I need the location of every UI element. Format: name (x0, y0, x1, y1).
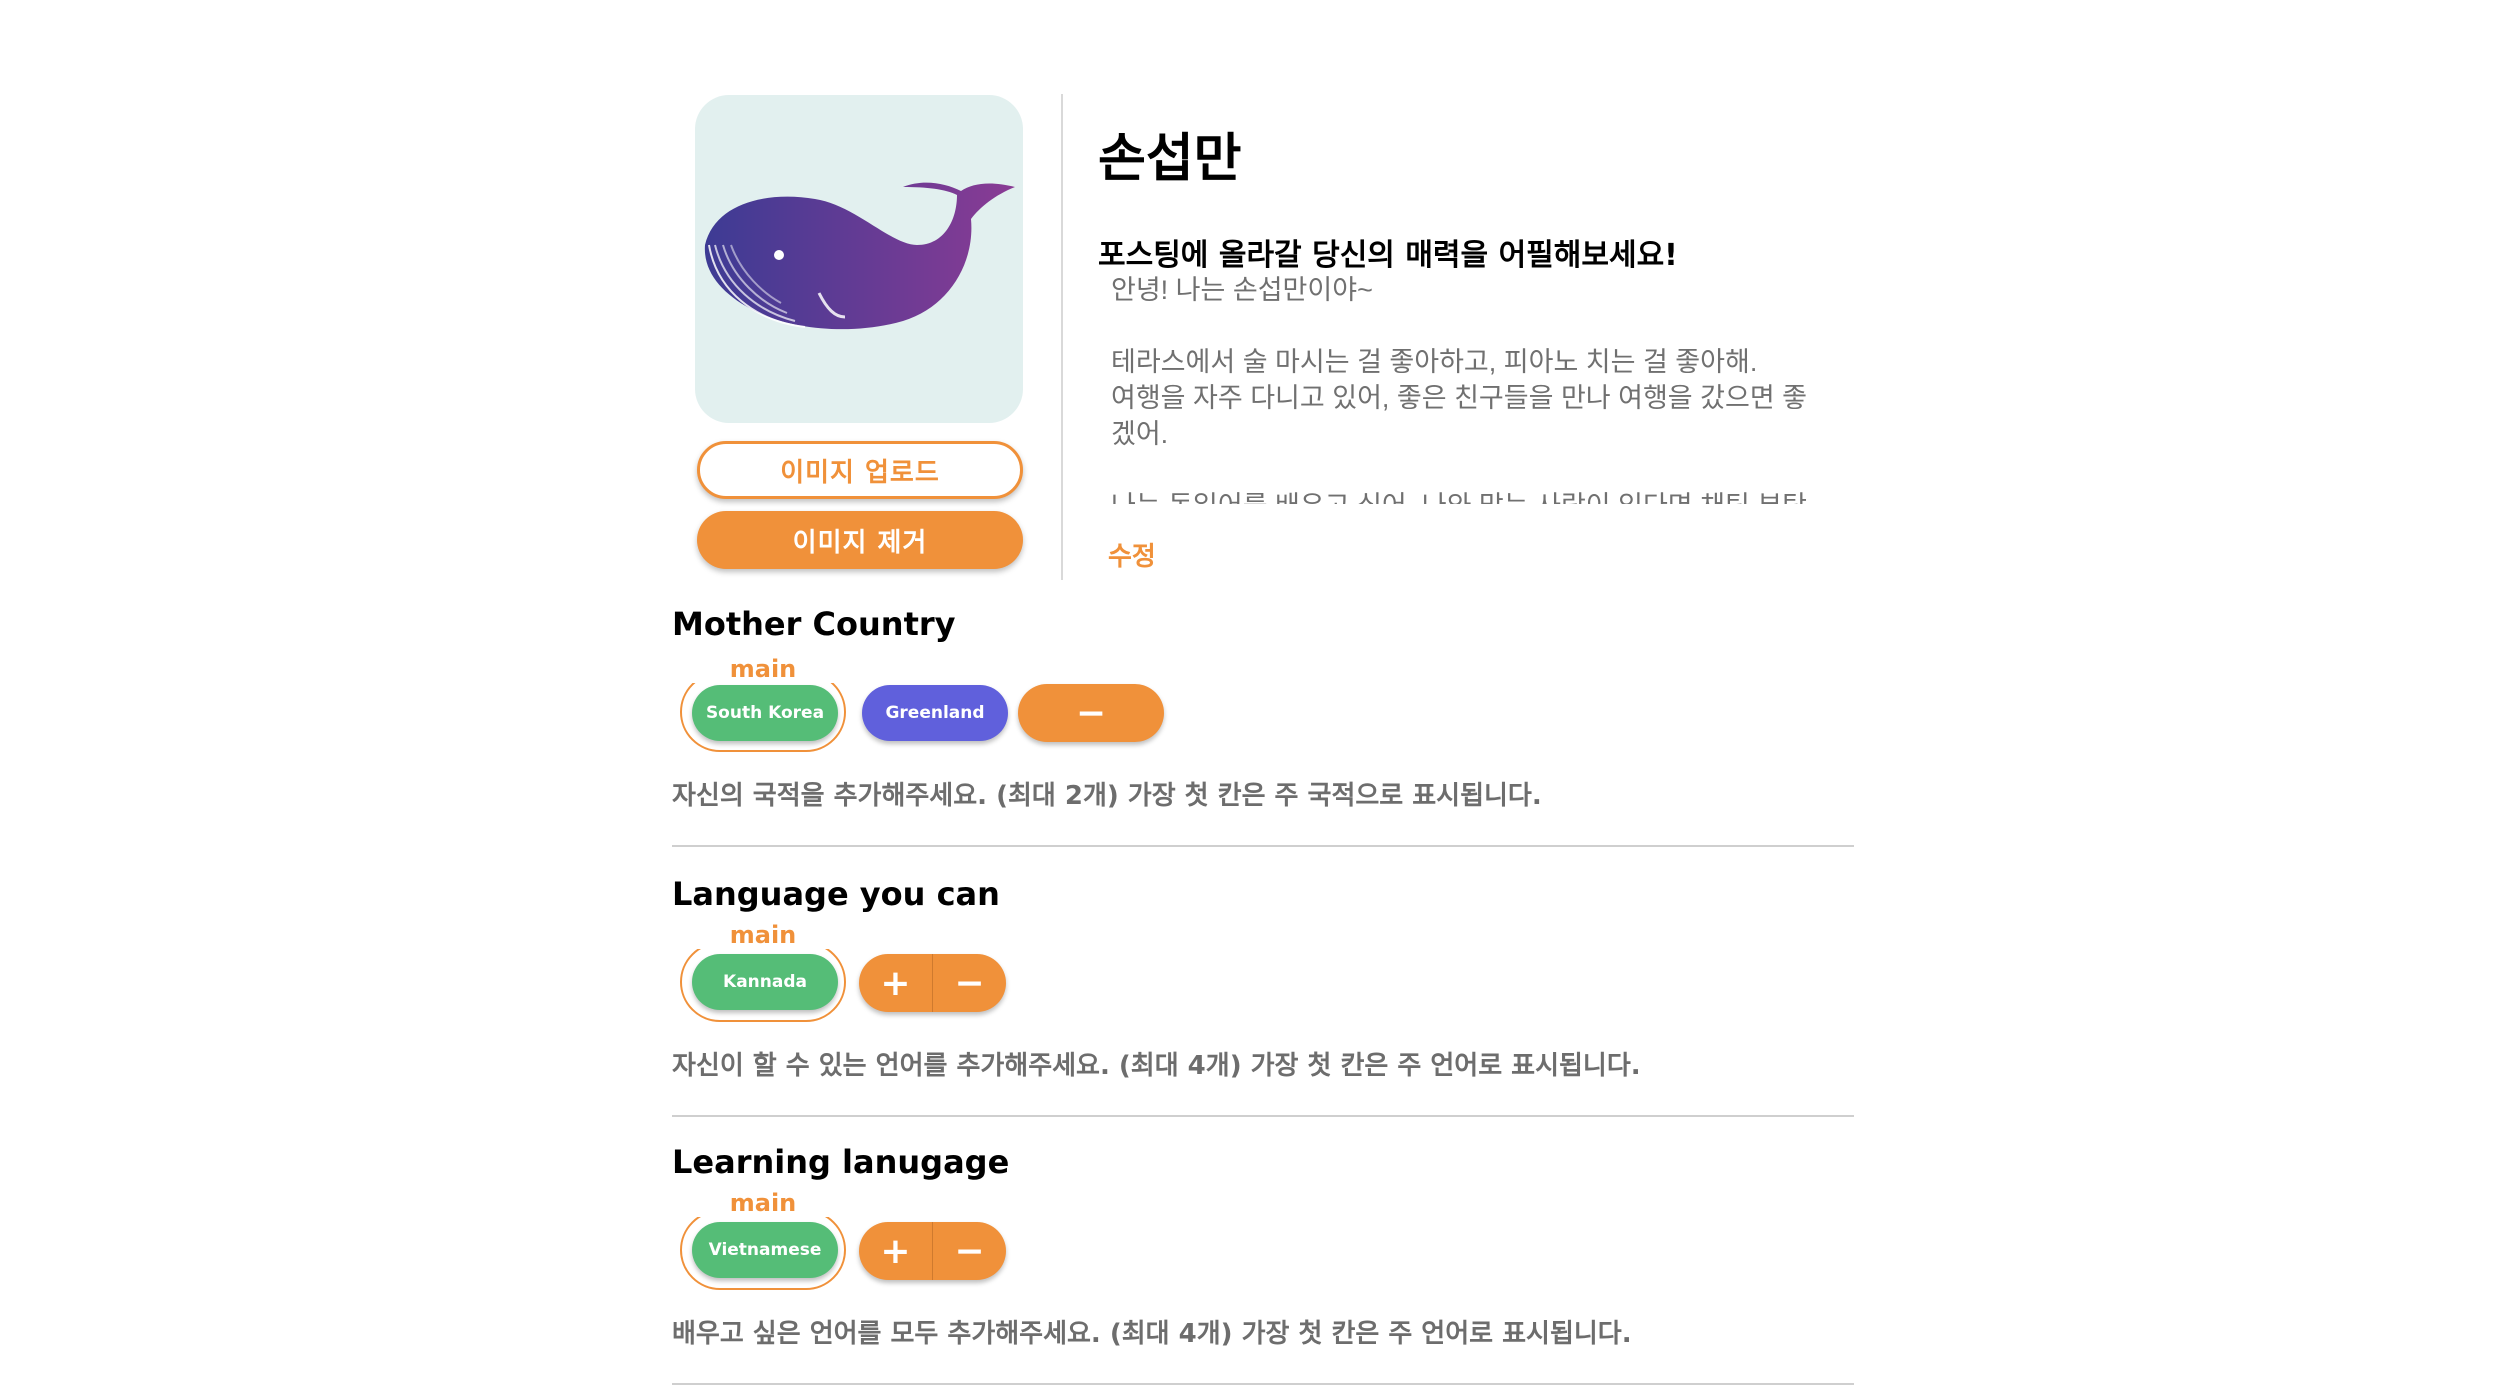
main-label: main (680, 1189, 846, 1217)
language-add-remove-control: + − (859, 954, 1006, 1012)
plus-icon[interactable]: + (859, 1222, 932, 1280)
main-label: main (680, 921, 846, 949)
image-remove-button[interactable]: 이미지 제거 (697, 511, 1023, 569)
language-hint: 자신이 할 수 있는 언어를 추가해주세요. (최대 4개) 가장 첫 칸은 주… (672, 1051, 1641, 1081)
user-name: 손섭만 (1098, 129, 1242, 189)
section-divider (672, 1115, 1854, 1117)
edit-bio-button[interactable]: 수정 (1108, 536, 1156, 573)
learning-add-remove-control: + − (859, 1222, 1006, 1280)
section-title: Language you can (672, 875, 1000, 913)
section-title: Mother Country (672, 605, 956, 643)
learning-chip-vietnamese[interactable]: Vietnamese (692, 1222, 838, 1278)
image-upload-button[interactable]: 이미지 업로드 (697, 441, 1023, 499)
bio-heading: 포스팅에 올라갈 당신의 매력을 어필해보세요! (1098, 238, 1678, 273)
vertical-divider (1061, 94, 1063, 580)
country-chip-greenland[interactable]: Greenland (862, 685, 1008, 741)
remove-country-button[interactable]: − (1018, 684, 1164, 742)
whale-icon (704, 182, 1015, 330)
minus-icon[interactable]: − (933, 1222, 1006, 1280)
country-hint: 자신의 국적을 추가해주세요. (최대 2개) 가장 첫 칸은 주 국적으로 표… (672, 781, 1542, 811)
profile-avatar (695, 95, 1023, 423)
main-label: main (680, 655, 846, 683)
minus-icon[interactable]: − (933, 954, 1006, 1012)
section-title: Learning lanugage (672, 1143, 1010, 1181)
plus-icon[interactable]: + (859, 954, 932, 1012)
language-chip-kannada[interactable]: Kannada (692, 954, 838, 1010)
section-divider (672, 845, 1854, 847)
section-divider (672, 1383, 1854, 1385)
mother-country-section: Mother Country main South Korea Greenlan… (672, 605, 1862, 853)
bio-text: 안녕! 나는 손섭만이야~ 테라스에서 술 마시는 걸 좋아하고, 피아노 치는… (1111, 275, 1808, 504)
country-chip-south-korea[interactable]: South Korea (692, 685, 838, 741)
learning-hint: 배우고 싶은 언어를 모두 추가해주세요. (최대 4개) 가장 첫 칸은 주 … (672, 1319, 1632, 1349)
minus-icon[interactable]: − (1018, 684, 1164, 742)
profile-card: 이미지 업로드 이미지 제거 손섭만 포스팅에 올라갈 당신의 매력을 어필해보… (695, 92, 1860, 582)
language-section: Language you can main Kannada + − 자신이 할 … (672, 875, 1862, 1123)
learning-section: Learning lanugage main Vietnamese + − 배우… (672, 1143, 1862, 1391)
